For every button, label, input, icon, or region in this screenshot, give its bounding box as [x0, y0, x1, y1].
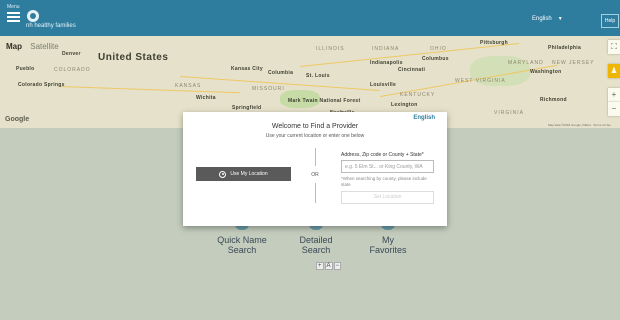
country-label: United States	[98, 52, 169, 63]
map-place-label: Denver	[62, 51, 81, 57]
location-target-icon	[219, 170, 227, 178]
map-place-label: MISSOURI	[252, 86, 285, 92]
zoom-out-button[interactable]: −	[608, 102, 620, 116]
map-tab[interactable]: Map	[6, 42, 22, 51]
option-label: Detailed	[299, 235, 333, 245]
map-place-label: COLORADO	[54, 67, 91, 73]
divider	[315, 148, 316, 166]
option-label: Search	[227, 245, 257, 255]
map-place-label: KENTUCKY	[400, 92, 436, 98]
map-place-label: INDIANA	[372, 46, 400, 52]
map-place-label: Kansas City	[231, 66, 263, 72]
map-place-label: Washington	[530, 69, 562, 75]
dialog-subtitle: Use your current location or enter one b…	[265, 133, 365, 139]
map-place-label: Mark Twain National Forest	[288, 98, 361, 104]
map-place-label: St. Louis	[306, 73, 330, 79]
road	[59, 86, 240, 94]
map-place-label: KANSAS	[175, 83, 202, 89]
divider	[315, 183, 316, 203]
increase-font-button[interactable]: +	[316, 262, 324, 270]
decrease-font-button[interactable]: −	[333, 262, 342, 270]
use-my-location-label: Use My Location	[230, 171, 268, 177]
my-favorites-option[interactable]: My Favorites	[358, 235, 418, 255]
address-label: Address, Zip code or County + State*	[341, 152, 424, 158]
map-place-label: VIRGINIA	[494, 110, 524, 116]
map-place-label: Pittsburgh	[480, 40, 508, 46]
hamburger-icon	[7, 12, 20, 14]
top-header: Menu nh healthy families English ▼ Help	[0, 0, 620, 36]
map-place-label: Columbia	[268, 70, 294, 76]
map-place-label: WEST VIRGINIA	[455, 78, 506, 84]
map-place-label: ILLINOIS	[316, 46, 345, 52]
quick-name-search-option[interactable]: Quick Name Search	[212, 235, 272, 255]
detailed-search-option[interactable]: Detailed Search	[286, 235, 346, 255]
reset-font-button[interactable]: A	[324, 262, 333, 270]
chevron-down-icon: ▼	[557, 16, 563, 22]
language-value: English	[532, 16, 552, 22]
font-size-controls: + A −	[316, 262, 342, 270]
hamburger-icon-bar	[7, 20, 20, 22]
welcome-dialog: English Welcome to Find a Provider Use y…	[183, 112, 447, 226]
brand-name: nh healthy families	[26, 23, 76, 29]
street-view-icon[interactable]: ♟	[608, 64, 620, 78]
option-label: Search	[301, 245, 331, 255]
map-place-label: OHIO	[430, 46, 447, 52]
map-attribution[interactable]: Map data ©2018 Google, INEGI · Terms of …	[548, 123, 611, 127]
map-place-label: Indianapolis	[370, 60, 403, 66]
satellite-tab[interactable]: Satellite	[30, 42, 58, 51]
map-place-label: Philadelphia	[548, 45, 582, 51]
dialog-title: Welcome to Find a Provider	[271, 123, 359, 130]
menu-label: Menu	[7, 4, 20, 10]
address-input[interactable]	[341, 160, 434, 173]
map-place-label: Wichita	[196, 95, 216, 101]
brand-logo-icon	[27, 10, 39, 22]
help-button[interactable]: Help	[601, 14, 619, 28]
map-place-label: Cincinnati	[398, 67, 426, 73]
modal-language-link[interactable]: English	[413, 115, 435, 121]
fullscreen-icon[interactable]: ⛶	[608, 40, 620, 54]
map-place-label: Louisville	[370, 82, 397, 88]
map-place-label: Lexington	[391, 102, 418, 108]
language-select[interactable]: English ▼	[532, 16, 563, 22]
option-label: Quick Name	[217, 235, 267, 245]
address-help-text: *When searching by county, please includ…	[341, 176, 427, 187]
set-location-button[interactable]: Set Location	[341, 191, 434, 204]
map-place-label: Richmond	[540, 97, 567, 103]
map-place-label: Springfield	[232, 105, 262, 111]
or-separator: OR	[311, 172, 319, 178]
zoom-in-button[interactable]: +	[608, 88, 620, 102]
option-label: My	[382, 235, 394, 245]
menu-button[interactable]: Menu	[7, 4, 23, 28]
option-label: Favorites	[369, 245, 407, 255]
map-type-toggle: Map Satellite	[6, 42, 59, 51]
map-place-label: Columbus	[422, 56, 449, 62]
map-place-label: NEW JERSEY	[552, 60, 595, 66]
hamburger-icon-bar	[7, 16, 20, 18]
map-place-label: Colorado Springs	[18, 82, 65, 88]
map-place-label: MARYLAND	[508, 60, 544, 66]
map-place-label: Pueblo	[16, 66, 35, 72]
use-my-location-button[interactable]: Use My Location	[196, 167, 291, 181]
google-logo: Google	[5, 116, 30, 123]
